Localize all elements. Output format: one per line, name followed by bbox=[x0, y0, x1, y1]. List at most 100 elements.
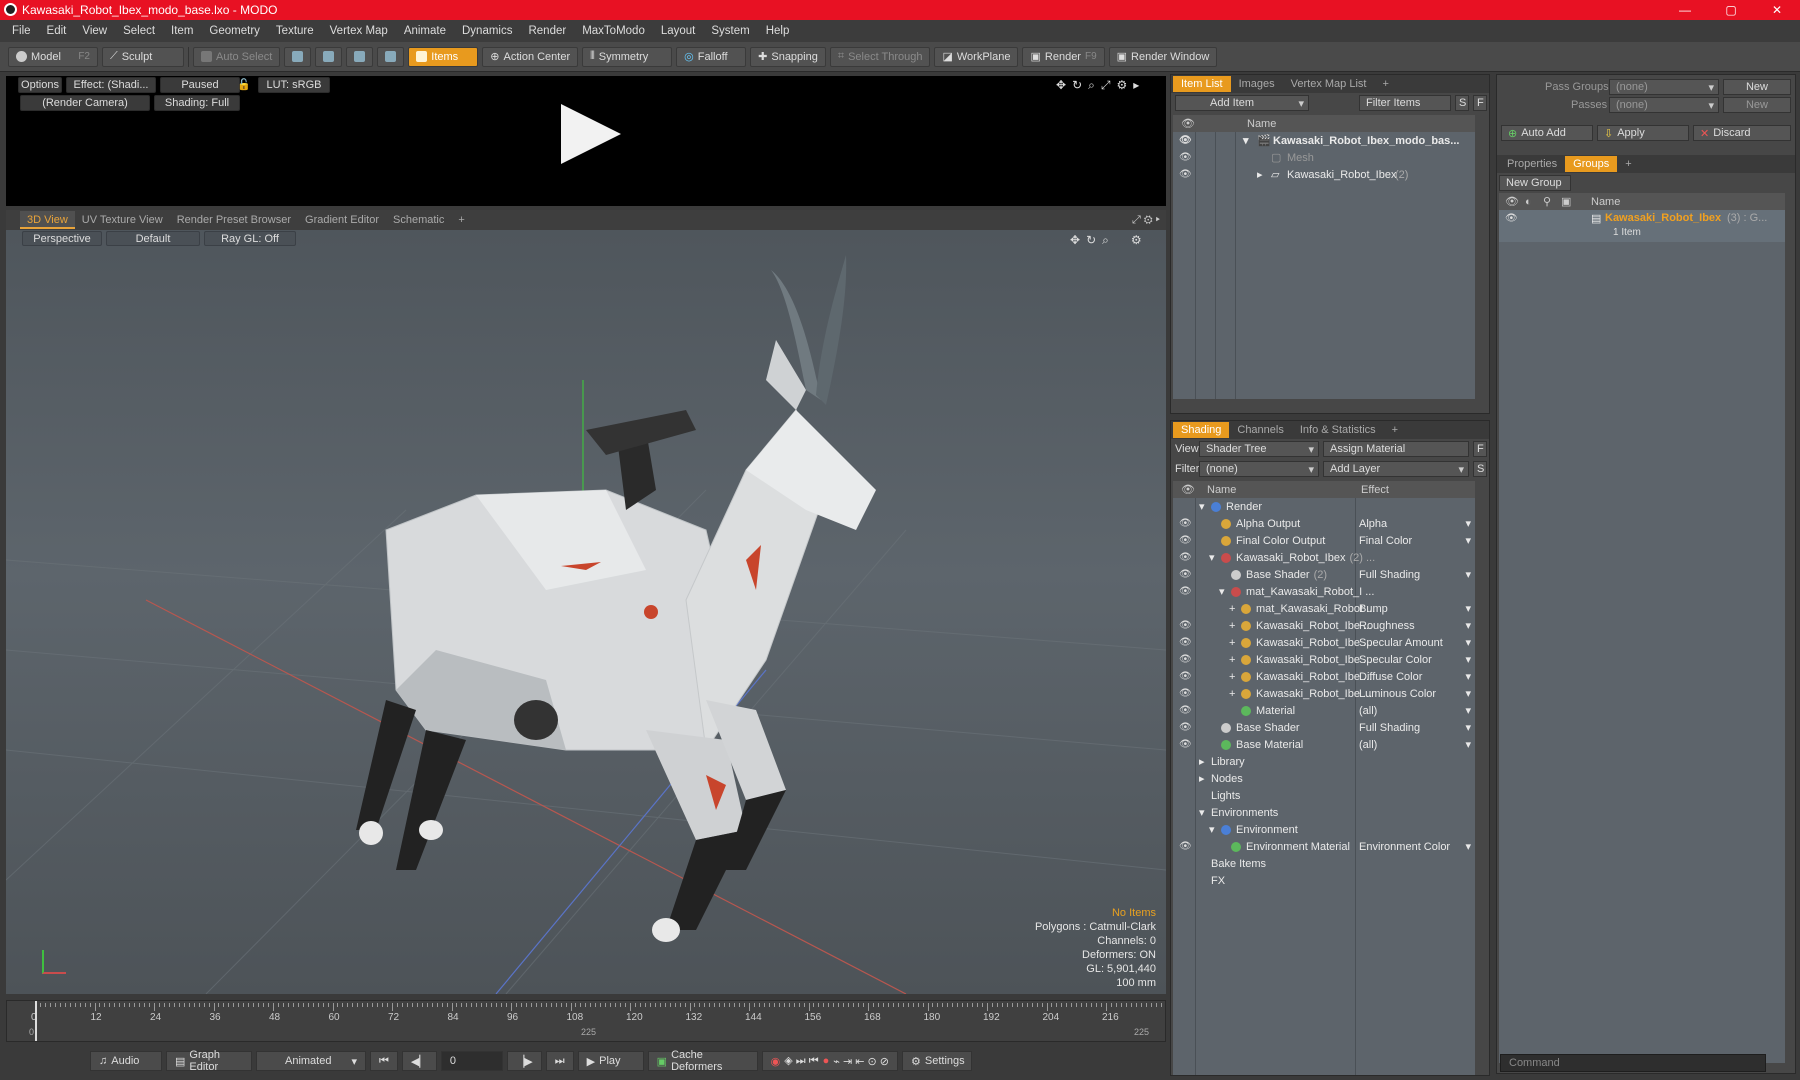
symmetry-button[interactable]: ⫴ Symmetry bbox=[582, 46, 673, 67]
menu-maxtomodo[interactable]: MaxToModo bbox=[574, 25, 653, 37]
tab-channels[interactable]: Channels bbox=[1229, 422, 1291, 438]
auto-add-button[interactable]: ⊕ Auto Add bbox=[1501, 125, 1593, 141]
effect-dropdown[interactable]: Roughness bbox=[1359, 620, 1471, 632]
camera-dropdown[interactable]: (Render Camera) bbox=[20, 95, 150, 111]
animated-dropdown[interactable]: Animated ▾ bbox=[256, 1051, 366, 1071]
add-item-dropdown[interactable]: Add Item bbox=[1175, 95, 1309, 111]
keyframe-tools[interactable]: ◉ ◈ ⏭ ⏮ ● ⌁ ⇥ ⇤ ⊙ ⊘ bbox=[761, 1051, 899, 1071]
menu-dynamics[interactable]: Dynamics bbox=[454, 25, 520, 37]
shader-row[interactable]: Lights bbox=[1173, 787, 1475, 804]
next-frame-button[interactable]: ▕▶ bbox=[506, 1051, 542, 1071]
pass-groups-dropdown[interactable]: (none) bbox=[1609, 79, 1719, 95]
shader-row[interactable]: ▾ Environment bbox=[1173, 821, 1475, 838]
add-tab-button[interactable]: + bbox=[1617, 156, 1639, 172]
menu-animate[interactable]: Animate bbox=[396, 25, 454, 37]
shader-tree[interactable]: 👁 Name Effect ▾ Render 👁 Alpha Output Alpha ▾… bbox=[1173, 481, 1475, 1075]
shader-row[interactable]: 👁 Base Shader Full Shading ▾ bbox=[1173, 719, 1475, 736]
3d-viewport[interactable]: Perspective Default Ray GL: Off ✥↻⌕⚙ bbox=[6, 230, 1166, 994]
shader-row[interactable]: ▸ Nodes bbox=[1173, 770, 1475, 787]
expand-arrow-icon[interactable]: ▸ bbox=[1257, 168, 1263, 181]
visibility-eye-icon[interactable]: 👁 bbox=[1179, 552, 1192, 563]
vertices-mode-button[interactable] bbox=[284, 46, 312, 67]
render-button[interactable]: ▣ Render F9 bbox=[1022, 46, 1105, 67]
item-list-tree[interactable]: 👁 Name 👁 ▾ 🎬 Kawasaki_Robot_Ibex_modo_ba… bbox=[1173, 115, 1475, 399]
play-icon[interactable] bbox=[561, 104, 621, 164]
preview-effect-dropdown[interactable]: Effect: (Shadi... bbox=[66, 77, 156, 93]
shader-row[interactable]: 👁 + Kawasaki_Robot_Ibe ... Roughness ▾ bbox=[1173, 617, 1475, 634]
workplane-button[interactable]: ◪ WorkPlane bbox=[934, 46, 1019, 67]
command-input[interactable]: Command bbox=[1500, 1054, 1766, 1072]
menu-system[interactable]: System bbox=[703, 25, 757, 37]
menu-item[interactable]: Item bbox=[163, 25, 201, 37]
visibility-eye-icon[interactable]: 👁 bbox=[1179, 705, 1192, 716]
shader-row[interactable]: 👁 Base Material (all) ▾ bbox=[1173, 736, 1475, 753]
preview-options-button[interactable]: Options bbox=[18, 77, 62, 93]
shader-row[interactable]: 👁 Environment Material Environment Color ▾ bbox=[1173, 838, 1475, 855]
shader-row[interactable]: 👁 Material (all) ▾ bbox=[1173, 702, 1475, 719]
expand-arrow-icon[interactable]: ▸ bbox=[1199, 772, 1205, 785]
tab-vertex-map-list[interactable]: Vertex Map List bbox=[1283, 76, 1375, 92]
visibility-eye-icon[interactable]: 👁 bbox=[1179, 518, 1192, 529]
graph-editor-button[interactable]: ▤ Graph Editor bbox=[166, 1049, 252, 1073]
play-button[interactable]: ▶ Play bbox=[577, 1051, 644, 1071]
filter-f-button[interactable]: S bbox=[1455, 95, 1469, 111]
effect-dropdown[interactable]: Final Color bbox=[1359, 535, 1471, 547]
shader-row[interactable]: 👁 + Kawasaki_Robot_Ibe ... Luminous Color ▾ bbox=[1173, 685, 1475, 702]
filter-s-button[interactable]: F bbox=[1473, 95, 1487, 111]
gear-icon[interactable]: ⚙ bbox=[1116, 78, 1127, 93]
maximize-button[interactable]: ▢ bbox=[1708, 3, 1754, 17]
visibility-eye-icon[interactable]: 👁 bbox=[1179, 169, 1192, 180]
chevron-down-icon[interactable]: ▾ bbox=[1465, 636, 1471, 649]
effect-dropdown[interactable]: Specular Color bbox=[1359, 654, 1471, 666]
expand-arrow-icon[interactable]: ▾ bbox=[1209, 823, 1215, 836]
expand-arrow-icon[interactable]: ▾ bbox=[1243, 134, 1249, 147]
group-row[interactable]: 👁 ▤ Kawasaki_Robot_Ibex (3) : G... 1 Ite… bbox=[1499, 210, 1785, 242]
expand-arrow-icon[interactable]: + bbox=[1229, 637, 1235, 649]
chevron-down-icon[interactable]: ▾ bbox=[1465, 738, 1471, 751]
effect-dropdown[interactable]: Luminous Color bbox=[1359, 688, 1471, 700]
expand-arrow-icon[interactable]: ▾ bbox=[1209, 551, 1215, 564]
menu-help[interactable]: Help bbox=[758, 25, 798, 37]
s-button[interactable]: S bbox=[1473, 461, 1487, 477]
chevron-down-icon[interactable]: ▾ bbox=[1465, 568, 1471, 581]
visibility-eye-icon[interactable]: 👁 bbox=[1179, 586, 1192, 597]
item-row-group[interactable]: 👁 ▸ ▱ Kawasaki_Robot_Ibex (2) bbox=[1173, 166, 1475, 183]
new-group-button[interactable]: New Group bbox=[1499, 175, 1571, 191]
shader-row[interactable]: ▾ Environments bbox=[1173, 804, 1475, 821]
visibility-eye-icon[interactable]: 👁 bbox=[1179, 135, 1192, 146]
auto-select-button[interactable]: Auto Select bbox=[193, 46, 281, 67]
menu-select[interactable]: Select bbox=[115, 25, 163, 37]
effect-dropdown[interactable]: (all) bbox=[1359, 705, 1471, 717]
move-icon[interactable]: ✥ bbox=[1056, 78, 1066, 93]
add-tab-button[interactable]: + bbox=[1374, 76, 1396, 92]
render-preview[interactable]: Options Effect: (Shadi... Paused 🔓 LUT: … bbox=[6, 76, 1166, 206]
expand-arrow-icon[interactable]: + bbox=[1229, 654, 1235, 666]
visibility-eye-icon[interactable]: 👁 bbox=[1179, 722, 1192, 733]
expand-arrow-icon[interactable]: ▸ bbox=[1199, 755, 1205, 768]
chevron-down-icon[interactable]: ▾ bbox=[1465, 840, 1471, 853]
expand-arrow-icon[interactable]: ▾ bbox=[1199, 806, 1205, 819]
assign-material-button[interactable]: Assign Material bbox=[1323, 441, 1469, 457]
tab-gradient-editor[interactable]: Gradient Editor bbox=[298, 211, 386, 229]
render-window-button[interactable]: ▣ Render Window bbox=[1108, 46, 1218, 67]
effect-dropdown[interactable]: Full Shading bbox=[1359, 569, 1471, 581]
visibility-eye-icon[interactable]: 👁 bbox=[1179, 535, 1192, 546]
passes-dropdown[interactable]: (none) bbox=[1609, 97, 1719, 113]
visibility-eye-icon[interactable]: 👁 bbox=[1179, 688, 1192, 699]
tab-3d-view[interactable]: 3D View bbox=[20, 211, 75, 229]
action-center-button[interactable]: ⊕ Action Center bbox=[482, 46, 579, 67]
item-row-scene[interactable]: 👁 ▾ 🎬 Kawasaki_Robot_Ibex_modo_bas... bbox=[1173, 132, 1475, 149]
select-through-button[interactable]: ⌗ Select Through bbox=[829, 46, 931, 67]
first-frame-button[interactable]: ⏮ bbox=[370, 1051, 398, 1071]
zoom-icon[interactable]: ⌕ bbox=[1088, 78, 1095, 93]
expand-arrow-icon[interactable]: + bbox=[1229, 620, 1235, 632]
view-dropdown[interactable]: Shader Tree bbox=[1199, 441, 1319, 457]
menu-render[interactable]: Render bbox=[520, 25, 574, 37]
shader-row[interactable]: 👁 + Kawasaki_Robot_Ibe ... Specular Color ▾ bbox=[1173, 651, 1475, 668]
filter-items-input[interactable]: Filter Items bbox=[1359, 95, 1451, 111]
visibility-eye-icon[interactable]: 👁 bbox=[1179, 739, 1192, 750]
timeline-ruler[interactable]: 0 12 24 36 48 60 72 84 96 108 120 132 144 156 168 180 19… bbox=[7, 1001, 1167, 1041]
item-row-mesh[interactable]: 👁 ▢ Mesh bbox=[1173, 149, 1475, 166]
effect-dropdown[interactable]: Bump bbox=[1359, 603, 1471, 615]
shader-row[interactable]: ▾ Render bbox=[1173, 498, 1475, 515]
